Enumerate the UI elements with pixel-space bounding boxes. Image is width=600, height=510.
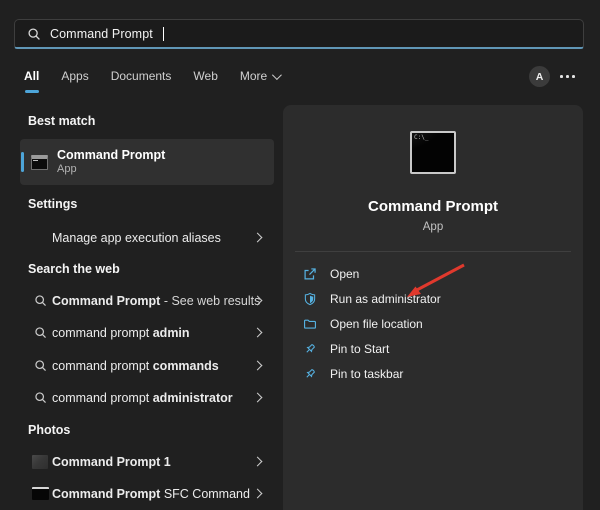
search-icon: [31, 326, 49, 339]
divider: [295, 251, 571, 252]
chevron-right-icon: [252, 392, 263, 403]
chevron-right-icon: [252, 360, 263, 371]
search-icon: [31, 391, 49, 404]
action-pin-to-taskbar[interactable]: Pin to taskbar: [283, 361, 583, 386]
chevron-right-icon: [252, 232, 263, 243]
chevron-right-icon: [252, 327, 263, 338]
photo-result-item[interactable]: Command Prompt SFC Command: [20, 478, 274, 509]
best-match-header: Best match: [28, 114, 96, 128]
search-input[interactable]: Command Prompt: [14, 19, 584, 49]
web-suggestion-item[interactable]: command prompt commands: [20, 350, 274, 381]
best-match-subtitle: App: [57, 163, 77, 175]
search-icon: [28, 27, 40, 40]
command-prompt-icon: [31, 154, 48, 170]
action-label: Run as administrator: [330, 291, 441, 306]
search-icon: [31, 294, 49, 307]
action-label: Pin to Start: [330, 341, 390, 356]
tab-more-label: More: [239, 69, 268, 83]
action-label: Pin to taskbar: [330, 366, 404, 381]
web-suggestion-item[interactable]: command prompt administrator: [20, 382, 274, 413]
more-options-icon[interactable]: [560, 75, 575, 78]
avatar-letter: A: [535, 70, 544, 83]
action-list: Open Run as administrator Open file loca…: [283, 261, 583, 386]
shield-icon: [302, 291, 317, 306]
command-prompt-app-icon: [410, 131, 456, 174]
tab-apps[interactable]: Apps: [61, 69, 88, 83]
account-avatar[interactable]: A: [529, 66, 550, 87]
folder-icon: [302, 316, 317, 331]
search-filter-tabs: All Apps Documents Web More: [24, 69, 283, 83]
tab-documents[interactable]: Documents: [111, 69, 172, 83]
pin-icon: [302, 366, 317, 381]
web-suggestion-item[interactable]: command prompt admin: [20, 317, 274, 348]
action-run-as-administrator[interactable]: Run as administrator: [283, 286, 583, 311]
settings-header: Settings: [28, 197, 78, 211]
photo-result-item[interactable]: Command Prompt 1: [20, 446, 274, 477]
action-label: Open: [330, 266, 360, 281]
chevron-right-icon: [252, 488, 263, 499]
action-pin-to-start[interactable]: Pin to Start: [283, 336, 583, 361]
best-match-result[interactable]: Command Prompt App: [20, 139, 274, 185]
tab-more[interactable]: More: [239, 69, 283, 83]
settings-item-label: Manage app execution aliases: [52, 230, 221, 245]
text-cursor: [162, 26, 164, 41]
preview-app-type: App: [422, 221, 444, 233]
pin-icon: [302, 341, 317, 356]
result-preview-panel: Command Prompt App Open Run a: [283, 105, 583, 510]
action-open[interactable]: Open: [283, 261, 583, 286]
photo-thumbnail: [31, 454, 49, 469]
best-match-title: Command Prompt: [57, 148, 166, 162]
photo-thumbnail: [31, 487, 49, 500]
chevron-down-icon: [272, 69, 283, 80]
search-icon: [31, 359, 49, 372]
tab-web[interactable]: Web: [193, 69, 217, 83]
tab-all[interactable]: All: [24, 69, 39, 83]
start-search-flyout: Command Prompt All Apps Documents Web Mo…: [0, 0, 600, 510]
web-suggestion-item[interactable]: Command Prompt - See web results: [20, 285, 274, 316]
search-query-text: Command Prompt: [50, 26, 153, 41]
action-open-file-location[interactable]: Open file location: [283, 311, 583, 336]
search-web-header: Search the web: [28, 262, 120, 276]
open-external-icon: [302, 266, 317, 281]
chevron-right-icon: [252, 456, 263, 467]
photos-header: Photos: [28, 423, 71, 437]
selection-accent-bar: [21, 152, 24, 172]
settings-result-item[interactable]: Manage app execution aliases: [20, 222, 274, 253]
preview-app-title: Command Prompt: [367, 198, 498, 215]
action-label: Open file location: [330, 316, 423, 331]
